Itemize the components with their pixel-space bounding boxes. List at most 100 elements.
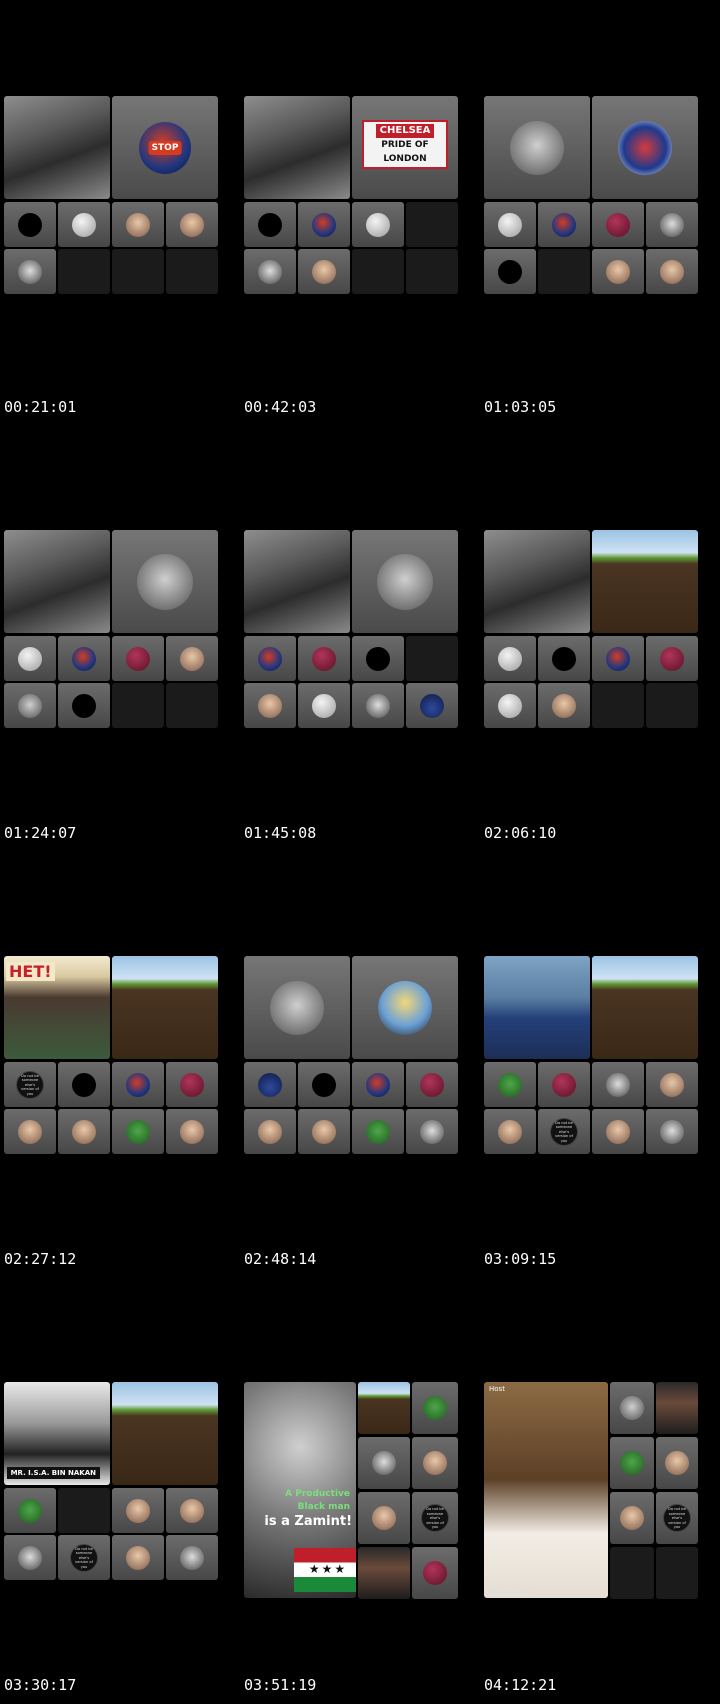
video-tile[interactable] <box>484 683 536 728</box>
video-tile[interactable] <box>352 683 404 728</box>
video-tile[interactable] <box>484 1109 536 1154</box>
video-tile-potato[interactable] <box>112 956 218 1059</box>
video-tile[interactable]: Do not be someone else's version of you <box>58 1535 110 1580</box>
video-tile[interactable] <box>352 202 404 247</box>
video-tile[interactable] <box>298 249 350 294</box>
video-tile[interactable] <box>244 1109 296 1154</box>
video-tile[interactable] <box>592 636 644 681</box>
video-tile-signing[interactable]: MR. I.S.A. BIN NAKAN <box>4 1382 110 1485</box>
video-tile[interactable]: Do not be someone else's version of you <box>656 1492 698 1544</box>
video-tile-potato[interactable] <box>112 1382 218 1485</box>
video-tile[interactable] <box>112 1109 164 1154</box>
video-tile[interactable] <box>4 1109 56 1154</box>
video-tile[interactable] <box>358 1492 410 1544</box>
video-tile[interactable] <box>166 202 218 247</box>
video-tile[interactable] <box>352 1062 404 1107</box>
video-tile-ceremony[interactable] <box>4 530 110 633</box>
video-tile[interactable] <box>352 1109 404 1154</box>
video-tile[interactable] <box>112 1535 164 1580</box>
video-tile[interactable]: Do not be someone else's version of you <box>412 1492 458 1544</box>
video-tile[interactable] <box>592 1062 644 1107</box>
video-tile[interactable] <box>298 683 350 728</box>
video-tile-ceremony[interactable] <box>4 96 110 199</box>
video-tile[interactable] <box>112 202 164 247</box>
video-tile[interactable] <box>166 1535 218 1580</box>
video-tile-banner[interactable]: CHELSEA PRIDE OF LONDON <box>352 96 458 199</box>
video-tile[interactable] <box>58 683 110 728</box>
video-tile[interactable] <box>484 96 590 199</box>
video-tile[interactable] <box>244 636 296 681</box>
video-tile[interactable]: STOP <box>112 96 218 199</box>
video-tile[interactable] <box>592 96 698 199</box>
video-tile[interactable] <box>412 1547 458 1599</box>
video-tile[interactable] <box>646 249 698 294</box>
video-tile[interactable] <box>646 1062 698 1107</box>
video-tile[interactable] <box>406 1109 458 1154</box>
video-tile-poster[interactable]: HET! <box>4 956 110 1059</box>
video-tile[interactable] <box>244 202 296 247</box>
video-tile[interactable] <box>610 1437 654 1489</box>
video-tile[interactable] <box>538 683 590 728</box>
video-tile[interactable] <box>112 1488 164 1533</box>
video-tile[interactable] <box>298 1062 350 1107</box>
video-tile[interactable] <box>646 202 698 247</box>
video-tile[interactable] <box>166 1109 218 1154</box>
video-tile[interactable] <box>352 530 458 633</box>
video-tile[interactable] <box>298 1109 350 1154</box>
video-tile[interactable] <box>4 636 56 681</box>
video-tile[interactable] <box>538 636 590 681</box>
video-tile[interactable] <box>4 202 56 247</box>
video-tile[interactable] <box>112 530 218 633</box>
video-tile[interactable] <box>592 249 644 294</box>
video-tile[interactable] <box>166 1062 218 1107</box>
video-tile[interactable] <box>298 202 350 247</box>
video-tile[interactable] <box>112 1062 164 1107</box>
video-tile-host[interactable]: Host Henry_F1907 <box>484 1382 608 1598</box>
video-tile[interactable] <box>592 202 644 247</box>
video-tile[interactable] <box>298 636 350 681</box>
video-tile[interactable] <box>412 1437 458 1489</box>
video-tile-poster[interactable]: A Productive Black man is a Zamint! ★★★ <box>244 1382 356 1598</box>
video-tile[interactable] <box>352 956 458 1059</box>
video-tile[interactable]: Do not be someone else's version of you <box>538 1109 590 1154</box>
video-tile-general[interactable] <box>484 956 590 1059</box>
video-tile[interactable] <box>484 1062 536 1107</box>
video-tile[interactable] <box>4 1488 56 1533</box>
video-tile[interactable] <box>484 249 536 294</box>
video-tile[interactable] <box>484 636 536 681</box>
video-tile[interactable] <box>406 1062 458 1107</box>
video-tile-ceremony[interactable] <box>244 96 350 199</box>
video-tile[interactable] <box>646 1109 698 1154</box>
video-tile[interactable] <box>166 636 218 681</box>
video-tile[interactable] <box>358 1437 410 1489</box>
video-tile[interactable] <box>112 636 164 681</box>
video-tile[interactable] <box>412 1382 458 1434</box>
video-tile[interactable] <box>538 1062 590 1107</box>
video-tile-potato[interactable] <box>358 1382 410 1434</box>
video-tile[interactable] <box>166 1488 218 1533</box>
video-tile[interactable] <box>244 683 296 728</box>
video-tile[interactable] <box>244 249 296 294</box>
video-tile-potato[interactable] <box>592 956 698 1059</box>
video-tile[interactable] <box>358 1547 410 1599</box>
video-tile[interactable] <box>244 956 350 1059</box>
video-tile-ceremony[interactable] <box>484 530 590 633</box>
video-tile[interactable] <box>4 683 56 728</box>
video-tile[interactable] <box>538 202 590 247</box>
video-tile[interactable] <box>610 1492 654 1544</box>
video-tile[interactable]: Do not be someone else's version of you <box>4 1062 56 1107</box>
video-tile[interactable] <box>4 1535 56 1580</box>
video-tile-ceremony[interactable] <box>244 530 350 633</box>
video-tile[interactable] <box>352 636 404 681</box>
video-tile[interactable] <box>484 202 536 247</box>
video-tile[interactable] <box>646 636 698 681</box>
video-tile[interactable] <box>656 1437 698 1489</box>
video-tile[interactable] <box>592 1109 644 1154</box>
video-tile[interactable] <box>58 1062 110 1107</box>
video-tile[interactable] <box>4 249 56 294</box>
video-tile[interactable] <box>244 1062 296 1107</box>
video-tile[interactable] <box>58 1109 110 1154</box>
video-tile[interactable] <box>58 202 110 247</box>
video-tile[interactable] <box>656 1382 698 1434</box>
video-tile[interactable] <box>610 1382 654 1434</box>
